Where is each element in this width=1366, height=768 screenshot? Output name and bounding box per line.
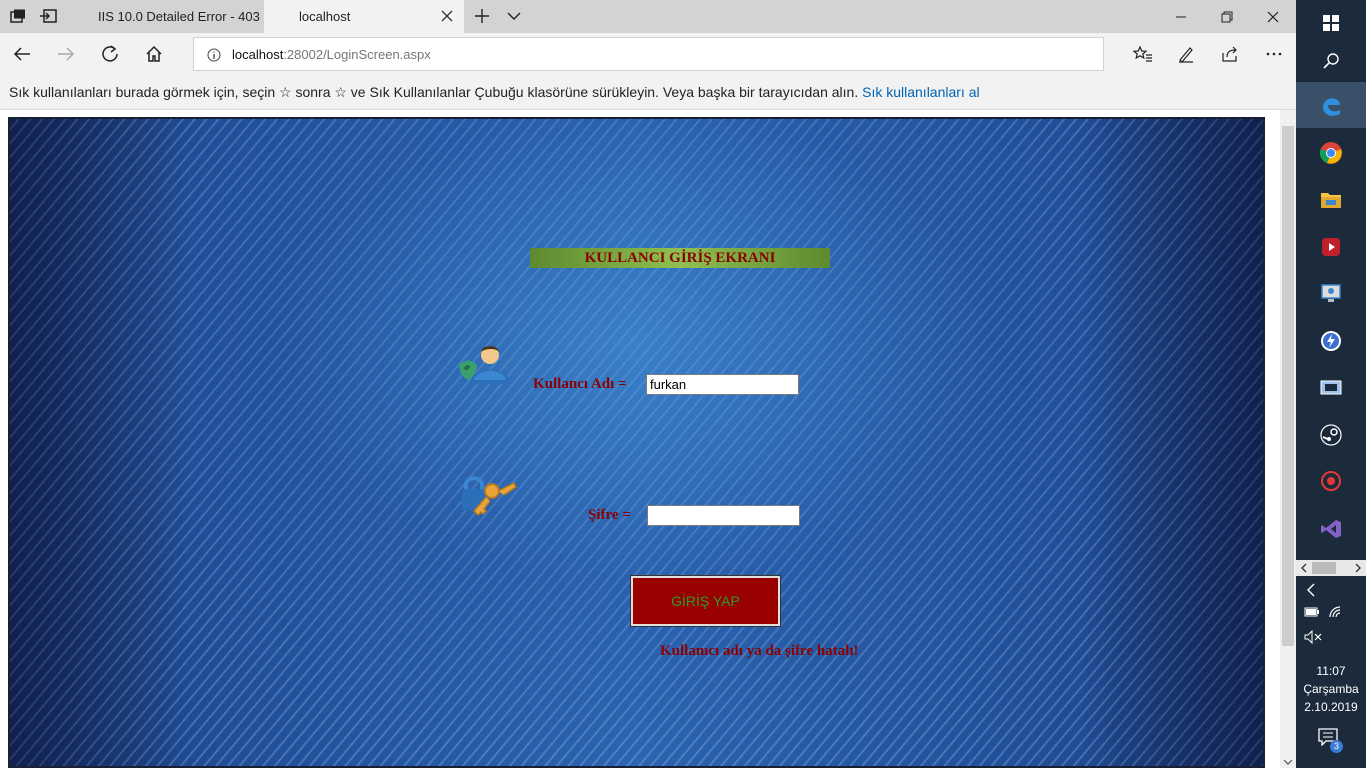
minimize-button[interactable] (1158, 0, 1204, 33)
antivirus-icon[interactable] (1296, 458, 1366, 504)
show-hidden-icons-chevron-icon[interactable] (1306, 583, 1316, 597)
clock-date: 2.10.2019 (1304, 700, 1358, 714)
share-button[interactable] (1218, 43, 1242, 65)
refresh-button[interactable] (98, 43, 122, 65)
web-notes-button[interactable] (1174, 43, 1198, 65)
action-center-button[interactable]: 3 (1318, 728, 1343, 753)
tray-scroll-thumb[interactable] (1312, 562, 1336, 574)
app-bolt-icon[interactable] (1296, 318, 1366, 364)
edge-taskbar-icon[interactable] (1296, 82, 1366, 128)
steam-icon[interactable] (1296, 412, 1366, 458)
tab-bar: IIS 10.0 Detailed Error - 403 localhost (0, 0, 1296, 33)
user-shield-icon (459, 346, 508, 384)
chevron-right-icon[interactable] (1354, 563, 1362, 573)
windows-taskbar: 11:07 Çarşamba 2.10.2019 3 (1296, 0, 1366, 768)
username-label: Kullancı Adı = (533, 376, 627, 392)
info-icon[interactable] (207, 48, 221, 62)
tab-label: localhost (299, 9, 351, 24)
url-host: localhost (232, 47, 284, 62)
network-app-icon[interactable] (1296, 364, 1366, 410)
login-button[interactable]: GİRİŞ YAP (630, 575, 781, 627)
url-path: :28002/LoginScreen.aspx (283, 47, 431, 62)
page-title: KULLANCI GİRİŞ EKRANI (530, 248, 830, 268)
favorites-message: Sık kullanılanları burada görmek için, s… (9, 84, 859, 100)
chevron-down-icon[interactable] (506, 9, 522, 23)
tab-iis-error[interactable]: IIS 10.0 Detailed Error - 403 (68, 0, 264, 33)
speaker-muted-icon[interactable] (1304, 630, 1322, 644)
page-viewport: KULLANCI GİRİŞ EKRANI Kullancı Adı = Şif… (0, 110, 1296, 768)
url-text: localhost:28002/LoginScreen.aspx (232, 47, 431, 62)
favorites-hub-button[interactable] (1131, 43, 1155, 65)
battery-icon[interactable] (1304, 606, 1320, 618)
back-button[interactable] (10, 43, 34, 65)
address-bar[interactable]: localhost:28002/LoginScreen.aspx (193, 37, 1104, 71)
favorites-bar: Sık kullanılanları burada görmek için, s… (0, 75, 1296, 110)
error-message: Kullanıcı adı ya da şifre hatalı! (660, 643, 859, 659)
password-input[interactable] (647, 505, 800, 526)
login-page: KULLANCI GİRİŞ EKRANI Kullancı Adı = Şif… (8, 117, 1265, 768)
visual-studio-icon[interactable] (1296, 506, 1366, 552)
wifi-icon[interactable] (1328, 605, 1342, 619)
import-favorites-link[interactable]: Sık kullanılanları al (862, 84, 980, 100)
file-explorer-icon[interactable] (1296, 176, 1366, 222)
search-button[interactable] (1296, 38, 1366, 84)
tray-scrollbar[interactable] (1296, 560, 1366, 576)
restore-button[interactable] (1204, 0, 1250, 33)
clock-time: 11:07 (1316, 664, 1346, 678)
chevron-left-icon[interactable] (1300, 563, 1308, 573)
clock-day: Çarşamba (1303, 682, 1359, 696)
address-toolbar: localhost:28002/LoginScreen.aspx (0, 33, 1296, 75)
chrome-taskbar-icon[interactable] (1296, 130, 1366, 176)
search-icon (1323, 53, 1339, 69)
set-aside-tabs-icon[interactable] (38, 7, 58, 25)
scrollbar-thumb[interactable] (1282, 126, 1294, 646)
tab-localhost[interactable]: localhost (264, 0, 464, 33)
notification-count-badge: 3 (1330, 740, 1343, 753)
browser-window: IIS 10.0 Detailed Error - 403 localhost (0, 0, 1296, 768)
close-tab-icon[interactable] (440, 9, 454, 23)
tab-manager-icon[interactable] (8, 7, 28, 25)
system-clock[interactable]: 11:07 Çarşamba 2.10.2019 (1296, 662, 1366, 716)
forward-button[interactable] (54, 43, 78, 65)
password-label: Şifre = (588, 507, 631, 523)
more-menu-button[interactable] (1262, 43, 1286, 65)
media-player-icon[interactable] (1296, 224, 1366, 270)
home-button[interactable] (142, 43, 166, 65)
username-input[interactable] (646, 374, 799, 395)
remote-desktop-icon[interactable] (1296, 270, 1366, 316)
lock-key-icon (462, 476, 517, 517)
favorites-message-row: Sık kullanılanları burada görmek için, s… (9, 84, 980, 101)
scroll-down-icon[interactable] (1283, 758, 1293, 766)
vertical-scrollbar[interactable] (1280, 110, 1296, 768)
tab-label: IIS 10.0 Detailed Error - 403 (98, 9, 260, 24)
new-tab-icon[interactable] (473, 7, 491, 25)
close-window-button[interactable] (1250, 0, 1296, 33)
